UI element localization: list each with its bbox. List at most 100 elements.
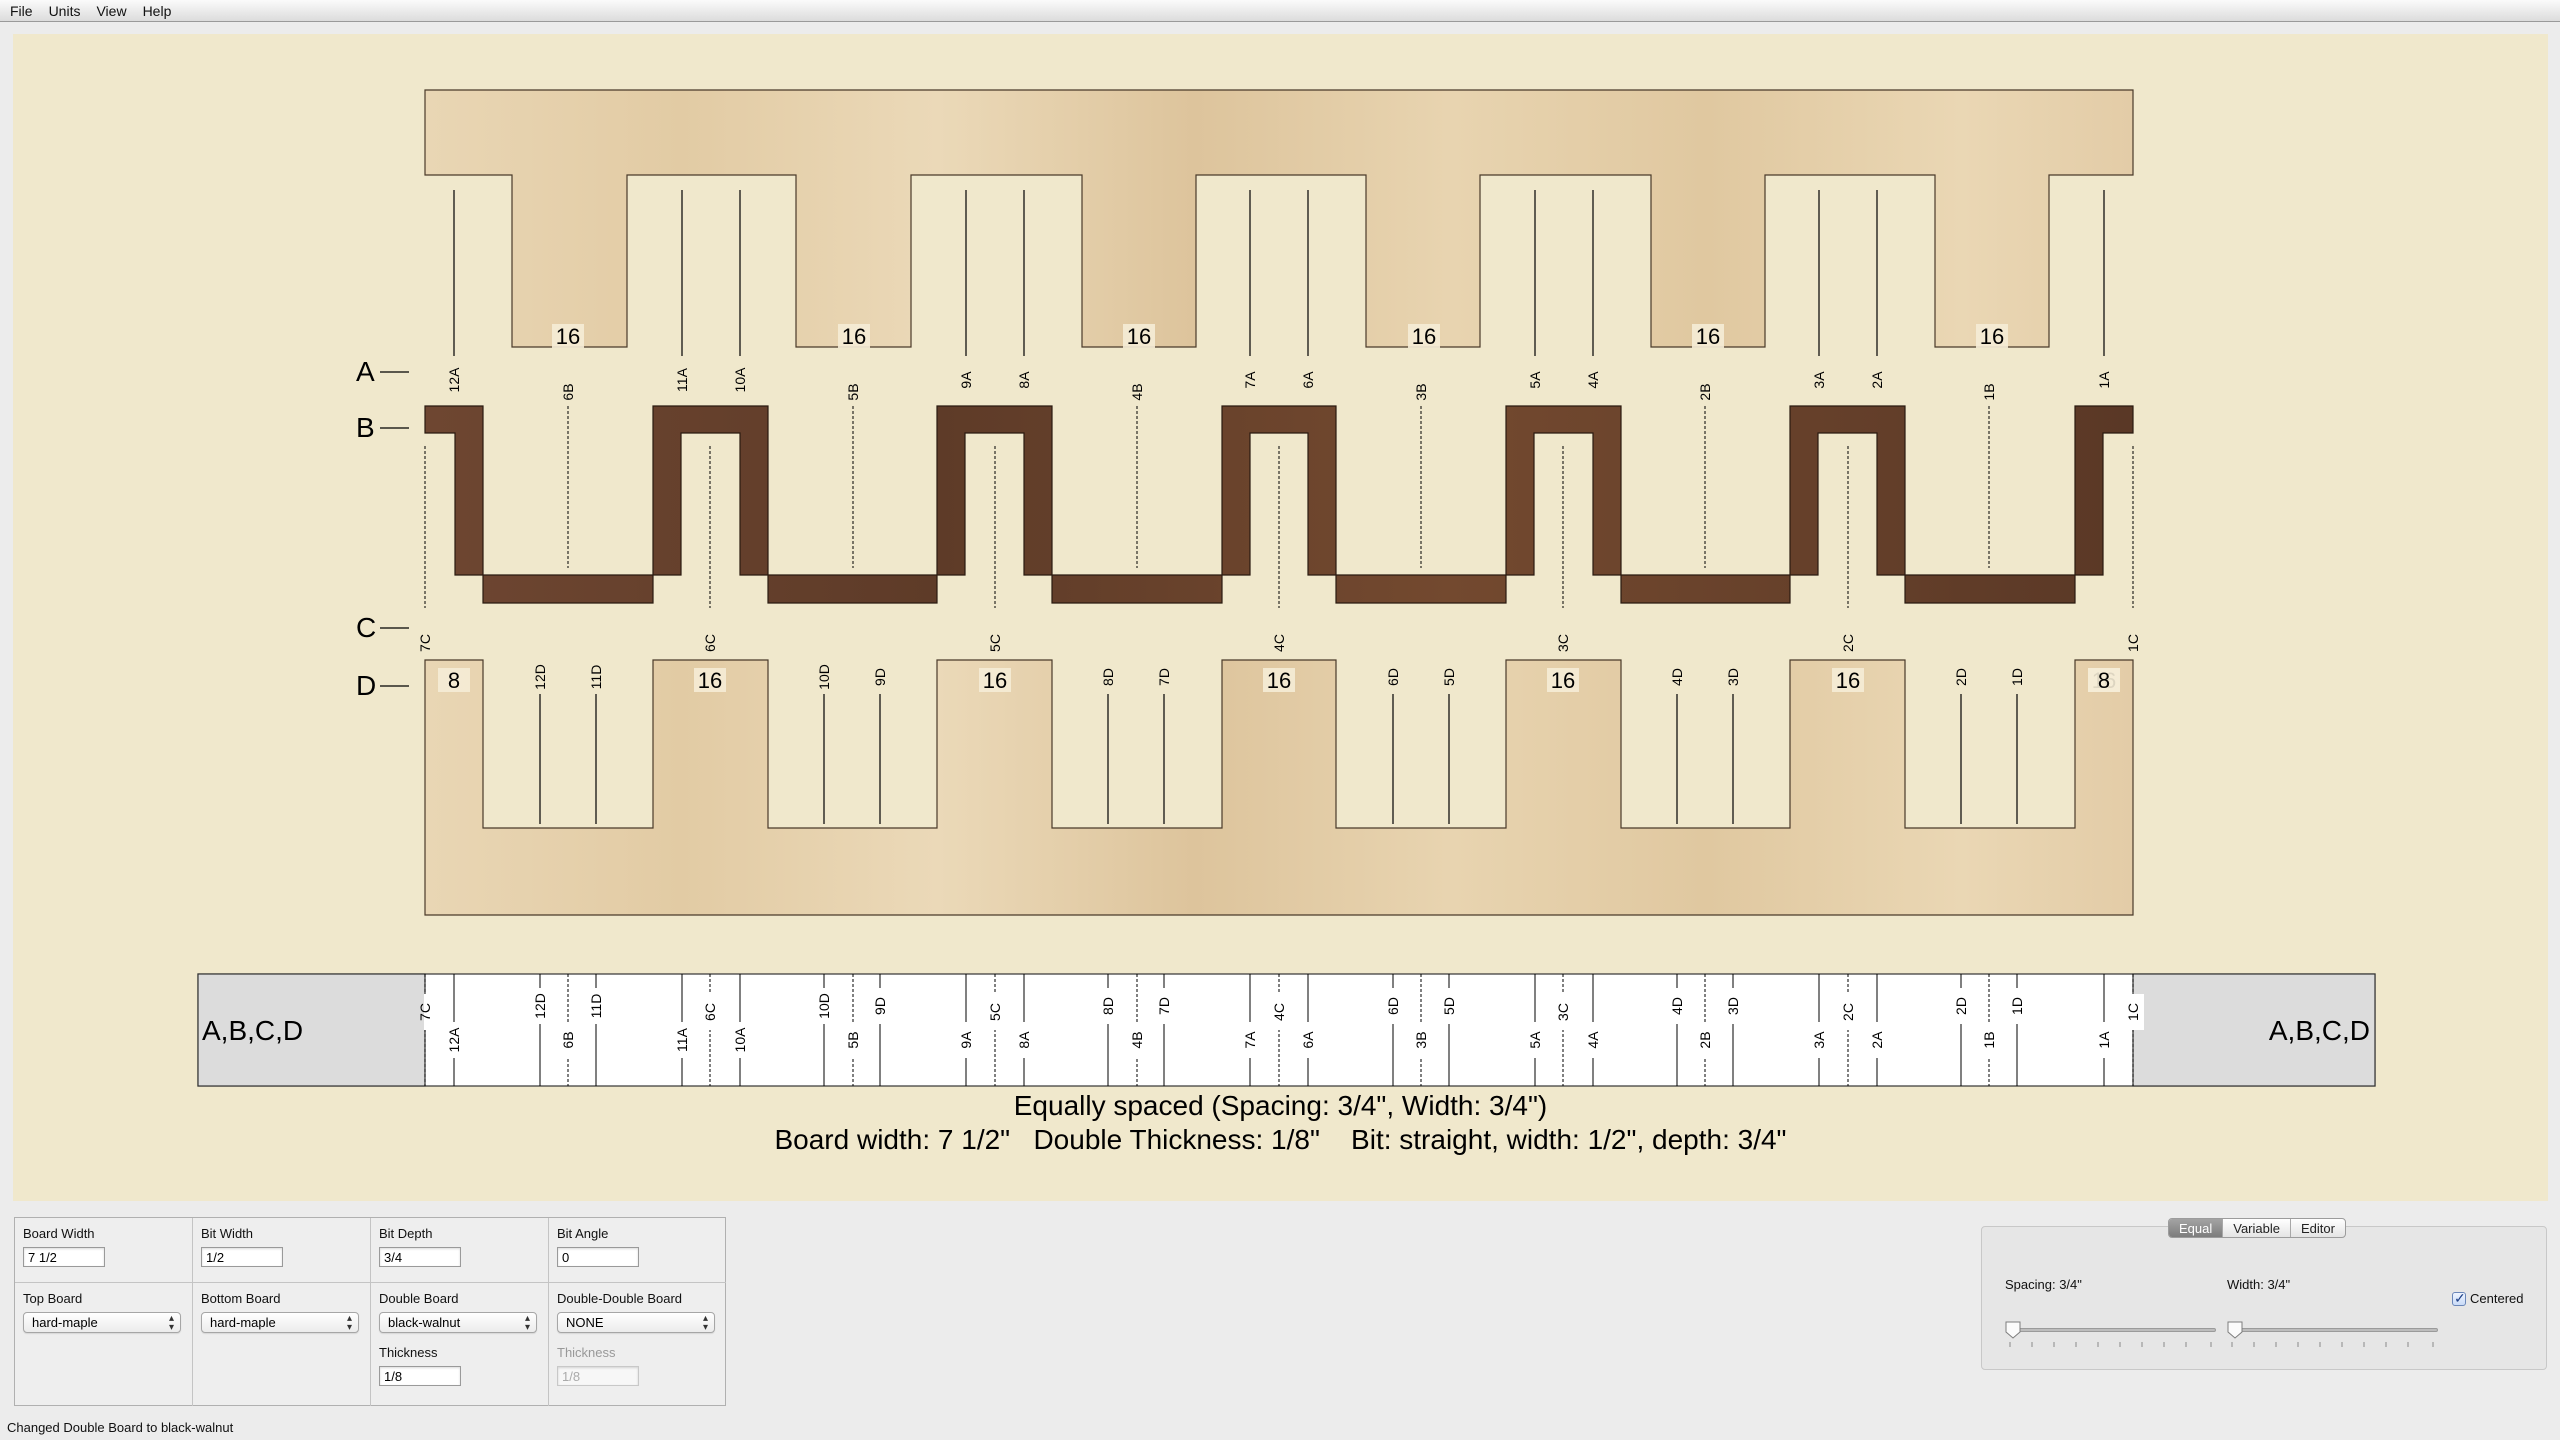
- finger-count-a: 16: [1980, 324, 2004, 349]
- cut-label-a: 1A: [2096, 371, 2112, 389]
- menu-bar: File Units View Help: [0, 0, 2560, 22]
- cut-label-a: 9A: [958, 371, 974, 389]
- cut-label-a: 2A: [1869, 371, 1885, 389]
- finger-count-a: 16: [842, 324, 866, 349]
- double-board-select[interactable]: black-walnut ▴ ▾: [379, 1312, 537, 1333]
- template-cut-label: 2C: [1840, 1003, 1856, 1021]
- spacing-slider-thumb[interactable]: [2005, 1321, 2021, 1339]
- double-thickness-label: Thickness: [379, 1345, 438, 1360]
- finger-count-d: 8: [2098, 668, 2110, 693]
- template-cut-label: 7A: [1242, 1031, 1258, 1049]
- cut-label-a: 11A: [674, 367, 690, 392]
- board-summary: Board width: 7 1/2" Double Thickness: 1/…: [774, 1124, 1787, 1155]
- select-arrows-icon: ▴ ▾: [702, 1313, 708, 1333]
- bit-angle-cell: Bit Angle: [549, 1218, 726, 1283]
- template-cut-label: 5C: [987, 1003, 1003, 1021]
- double-double-board-select[interactable]: NONE ▴ ▾: [557, 1312, 715, 1333]
- bottom-board-value: hard-maple: [210, 1315, 276, 1330]
- bottom-board-select[interactable]: hard-maple ▴ ▾: [201, 1312, 359, 1333]
- double-double-board-value: NONE: [566, 1315, 604, 1330]
- template-cut-label: 4B: [1129, 1031, 1145, 1048]
- mode-tabs: Equal Variable Editor: [2168, 1218, 2346, 1238]
- template-cut-label: 4C: [1271, 1003, 1287, 1021]
- menu-view[interactable]: View: [94, 3, 128, 19]
- template-cut-label: 1D: [2009, 997, 2025, 1015]
- cut-label-c: 4C: [1271, 634, 1287, 652]
- cut-label-d: 7D: [1156, 668, 1172, 686]
- template-cut-label: 1A: [2096, 1031, 2112, 1049]
- cut-label-d: 2D: [1953, 668, 1969, 686]
- template-cut-label: 6D: [1385, 997, 1401, 1015]
- cut-label-a: 7A: [1242, 371, 1258, 389]
- bit-depth-label: Bit Depth: [379, 1226, 433, 1241]
- tab-equal[interactable]: Equal: [2169, 1219, 2224, 1237]
- double-board-label: Double Board: [379, 1291, 459, 1306]
- template-cut-label: 1B: [1981, 1031, 1997, 1048]
- template-cut-label: 12D: [532, 993, 548, 1019]
- tab-variable[interactable]: Variable: [2223, 1219, 2291, 1237]
- centered-option[interactable]: Centered: [2452, 1290, 2523, 1307]
- cut-label-d: 9D: [872, 668, 888, 686]
- template-cut-label: 2A: [1869, 1031, 1885, 1049]
- cut-label-a: 10A: [732, 367, 748, 393]
- menu-units[interactable]: Units: [47, 3, 83, 19]
- template-cut-label: 4D: [1669, 997, 1685, 1015]
- board-width-field[interactable]: [23, 1247, 105, 1267]
- cut-label-c: 7C: [417, 634, 433, 652]
- template-cut-label: 9D: [872, 997, 888, 1015]
- select-arrows-icon: ▴ ▾: [346, 1313, 352, 1333]
- joint-drawing: A,B,C,DA,B,C,D 1616161616168161616161616…: [197, 89, 2376, 1087]
- cut-label-c: 1C: [2125, 634, 2141, 652]
- centered-checkbox[interactable]: [2452, 1290, 2466, 1307]
- template-cut-label: 3B: [1413, 1031, 1429, 1048]
- cut-label-b: 4B: [1129, 383, 1145, 400]
- cut-label-b: 5B: [845, 383, 861, 400]
- bit-width-field[interactable]: [201, 1247, 283, 1267]
- board-width-cell: Board Width: [15, 1218, 193, 1283]
- menu-help[interactable]: Help: [141, 3, 174, 19]
- top-board-value: hard-maple: [32, 1315, 98, 1330]
- template-cut-label: 4A: [1585, 1031, 1601, 1049]
- finger-count-a: 16: [1412, 324, 1436, 349]
- bit-depth-cell: Bit Depth: [371, 1218, 549, 1283]
- template-cut-label: 12A: [446, 1027, 462, 1053]
- board-width-label: Board Width: [23, 1226, 95, 1241]
- template-cut-label: 3C: [1555, 1003, 1571, 1021]
- template-cut-label: 6A: [1300, 1031, 1316, 1049]
- cut-label-b: 6B: [560, 383, 576, 400]
- width-slider-thumb[interactable]: [2227, 1321, 2243, 1339]
- double-thickness-field[interactable]: [379, 1366, 461, 1386]
- cut-label-c: 6C: [702, 634, 718, 652]
- width-slider-track[interactable]: [2228, 1328, 2438, 1332]
- row-label-b: B: [356, 412, 375, 443]
- bottom-board-label: Bottom Board: [201, 1291, 281, 1306]
- spacing-panel: Equal Variable Editor Spacing: 3/4" Widt…: [1981, 1218, 2547, 1370]
- template-cut-label: 7D: [1156, 997, 1172, 1015]
- parameters-panel: Board Width Bit Width Bit Depth Bit Angl…: [14, 1217, 726, 1406]
- cut-label-b: 1B: [1981, 383, 1997, 400]
- tab-editor[interactable]: Editor: [2291, 1219, 2345, 1237]
- cut-label-d: 6D: [1385, 668, 1401, 686]
- top-board-select[interactable]: hard-maple ▴ ▾: [23, 1312, 181, 1333]
- finger-count-a: 16: [1127, 324, 1151, 349]
- template-cut-label: 11D: [588, 994, 604, 1019]
- spacing-slider-track[interactable]: [2006, 1328, 2216, 1332]
- cut-label-c: 2C: [1840, 634, 1856, 652]
- finger-count-d: 16: [1267, 668, 1291, 693]
- cut-label-d: 8D: [1100, 668, 1116, 686]
- cut-label-d: 5D: [1441, 668, 1457, 686]
- template-cut-label: 7C: [417, 1003, 433, 1021]
- cut-label-a: 12A: [446, 367, 462, 393]
- finger-count-d: 16: [983, 668, 1007, 693]
- joint-canvas: A,B,C,DA,B,C,D 1616161616168161616161616…: [13, 34, 2548, 1201]
- bit-angle-field[interactable]: [557, 1247, 639, 1267]
- bit-depth-field[interactable]: [379, 1247, 461, 1267]
- board-d: [424, 659, 2134, 916]
- cut-label-d: 10D: [816, 664, 832, 690]
- cut-label-b: 3B: [1413, 383, 1429, 400]
- template-cut-label: 6B: [560, 1031, 576, 1048]
- layout-summary: Equally spaced (Spacing: 3/4", Width: 3/…: [1013, 1090, 1548, 1121]
- menu-file[interactable]: File: [8, 3, 35, 19]
- spacing-slider-ticks: [2009, 1342, 2212, 1347]
- double-board-value: black-walnut: [388, 1315, 461, 1330]
